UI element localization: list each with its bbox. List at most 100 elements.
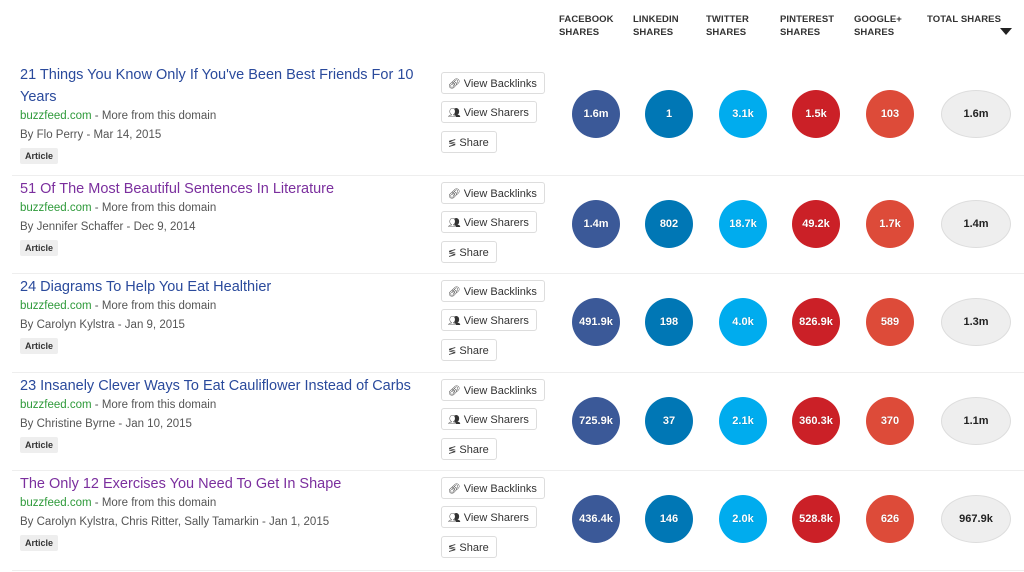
article-title-link[interactable]: The Only 12 Exercises You Need To Get In…	[20, 473, 420, 495]
column-header-total[interactable]: TOTAL SHARES	[927, 13, 1001, 26]
linkedin-shares-count: 1	[645, 90, 693, 138]
domain-link[interactable]: buzzfeed.com	[20, 497, 92, 509]
view-backlinks-button[interactable]: 🔗︎View Backlinks	[441, 182, 545, 204]
more-from-domain-link[interactable]: - More from this domain	[92, 202, 217, 214]
users-icon: 👥︎	[448, 103, 461, 125]
link-icon: 🔗︎	[448, 74, 461, 96]
twitter-shares-count: 2.1k	[719, 397, 767, 445]
users-icon: 👥︎	[448, 410, 461, 432]
total-shares-count: 967.9k	[941, 495, 1011, 543]
row-divider	[12, 570, 1024, 571]
linkedin-shares-count: 198	[645, 298, 693, 346]
column-header-linkedin[interactable]: LINKEDINSHARES	[633, 13, 679, 39]
pinterest-shares-count: 826.9k	[792, 298, 840, 346]
article-title-link[interactable]: 24 Diagrams To Help You Eat Healthier	[20, 276, 420, 298]
view-sharers-button[interactable]: 👥︎View Sharers	[441, 408, 537, 430]
twitter-shares-count: 3.1k	[719, 90, 767, 138]
share-icon: ≶	[448, 440, 456, 462]
twitter-shares-count: 18.7k	[719, 200, 767, 248]
twitter-shares-count: 4.0k	[719, 298, 767, 346]
users-icon: 👥︎	[448, 213, 461, 235]
link-icon: 🔗︎	[448, 184, 461, 206]
table-row: 23 Insanely Clever Ways To Eat Cauliflow…	[0, 373, 1024, 471]
domain-link[interactable]: buzzfeed.com	[20, 110, 92, 122]
share-icon: ≶	[448, 133, 456, 155]
domain-line: buzzfeed.com - More from this domain	[20, 396, 216, 414]
article-title-link[interactable]: 23 Insanely Clever Ways To Eat Cauliflow…	[20, 375, 420, 397]
table-row: The Only 12 Exercises You Need To Get In…	[0, 471, 1024, 571]
domain-link[interactable]: buzzfeed.com	[20, 300, 92, 312]
sort-desc-icon[interactable]	[1000, 28, 1012, 35]
googleplus-shares-count: 103	[866, 90, 914, 138]
view-backlinks-button[interactable]: 🔗︎View Backlinks	[441, 477, 545, 499]
view-backlinks-button[interactable]: 🔗︎View Backlinks	[441, 379, 545, 401]
facebook-shares-count: 725.9k	[572, 397, 620, 445]
content-type-badge: Article	[20, 148, 58, 164]
content-type-badge: Article	[20, 437, 58, 453]
pinterest-shares-count: 360.3k	[792, 397, 840, 445]
domain-line: buzzfeed.com - More from this domain	[20, 199, 216, 217]
view-sharers-button[interactable]: 👥︎View Sharers	[441, 101, 537, 123]
article-title-link[interactable]: 21 Things You Know Only If You've Been B…	[20, 64, 420, 108]
more-from-domain-link[interactable]: - More from this domain	[92, 497, 217, 509]
table-header: FACEBOOKSHARES LINKEDINSHARES TWITTERSHA…	[0, 0, 1024, 48]
googleplus-shares-count: 370	[866, 397, 914, 445]
facebook-shares-count: 436.4k	[572, 495, 620, 543]
users-icon: 👥︎	[448, 508, 461, 530]
total-shares-count: 1.3m	[941, 298, 1011, 346]
byline: By Christine Byrne - Jan 10, 2015	[20, 415, 192, 433]
pinterest-shares-count: 1.5k	[792, 90, 840, 138]
content-type-badge: Article	[20, 338, 58, 354]
users-icon: 👥︎	[448, 311, 461, 333]
googleplus-shares-count: 589	[866, 298, 914, 346]
view-backlinks-button[interactable]: 🔗︎View Backlinks	[441, 72, 545, 94]
table-row: 21 Things You Know Only If You've Been B…	[0, 62, 1024, 176]
share-icon: ≶	[448, 243, 456, 265]
domain-link[interactable]: buzzfeed.com	[20, 399, 92, 411]
column-header-googleplus[interactable]: GOOGLE+SHARES	[854, 13, 902, 39]
linkedin-shares-count: 37	[645, 397, 693, 445]
column-header-pinterest[interactable]: PINTERESTSHARES	[780, 13, 834, 39]
link-icon: 🔗︎	[448, 381, 461, 403]
content-type-badge: Article	[20, 240, 58, 256]
content-type-badge: Article	[20, 535, 58, 551]
more-from-domain-link[interactable]: - More from this domain	[92, 300, 217, 312]
view-sharers-button[interactable]: 👥︎View Sharers	[441, 506, 537, 528]
share-button[interactable]: ≶Share	[441, 536, 497, 558]
view-sharers-button[interactable]: 👥︎View Sharers	[441, 211, 537, 233]
googleplus-shares-count: 626	[866, 495, 914, 543]
share-button[interactable]: ≶Share	[441, 339, 497, 361]
view-backlinks-button[interactable]: 🔗︎View Backlinks	[441, 280, 545, 302]
link-icon: 🔗︎	[448, 479, 461, 501]
column-header-facebook[interactable]: FACEBOOKSHARES	[559, 13, 614, 39]
pinterest-shares-count: 49.2k	[792, 200, 840, 248]
domain-line: buzzfeed.com - More from this domain	[20, 297, 216, 315]
twitter-shares-count: 2.0k	[719, 495, 767, 543]
share-icon: ≶	[448, 341, 456, 363]
linkedin-shares-count: 802	[645, 200, 693, 248]
table-row: 51 Of The Most Beautiful Sentences In Li…	[0, 176, 1024, 274]
total-shares-count: 1.4m	[941, 200, 1011, 248]
total-shares-count: 1.1m	[941, 397, 1011, 445]
view-sharers-button[interactable]: 👥︎View Sharers	[441, 309, 537, 331]
more-from-domain-link[interactable]: - More from this domain	[92, 399, 217, 411]
article-title-link[interactable]: 51 Of The Most Beautiful Sentences In Li…	[20, 178, 420, 200]
googleplus-shares-count: 1.7k	[866, 200, 914, 248]
share-button[interactable]: ≶Share	[441, 241, 497, 263]
facebook-shares-count: 1.6m	[572, 90, 620, 138]
byline: By Carolyn Kylstra, Chris Ritter, Sally …	[20, 513, 329, 531]
pinterest-shares-count: 528.8k	[792, 495, 840, 543]
domain-line: buzzfeed.com - More from this domain	[20, 107, 216, 125]
share-icon: ≶	[448, 538, 456, 560]
column-header-twitter[interactable]: TWITTERSHARES	[706, 13, 749, 39]
share-button[interactable]: ≶Share	[441, 131, 497, 153]
domain-link[interactable]: buzzfeed.com	[20, 202, 92, 214]
byline: By Flo Perry - Mar 14, 2015	[20, 126, 161, 144]
share-button[interactable]: ≶Share	[441, 438, 497, 460]
link-icon: 🔗︎	[448, 282, 461, 304]
facebook-shares-count: 491.9k	[572, 298, 620, 346]
facebook-shares-count: 1.4m	[572, 200, 620, 248]
domain-line: buzzfeed.com - More from this domain	[20, 494, 216, 512]
more-from-domain-link[interactable]: - More from this domain	[92, 110, 217, 122]
total-shares-count: 1.6m	[941, 90, 1011, 138]
